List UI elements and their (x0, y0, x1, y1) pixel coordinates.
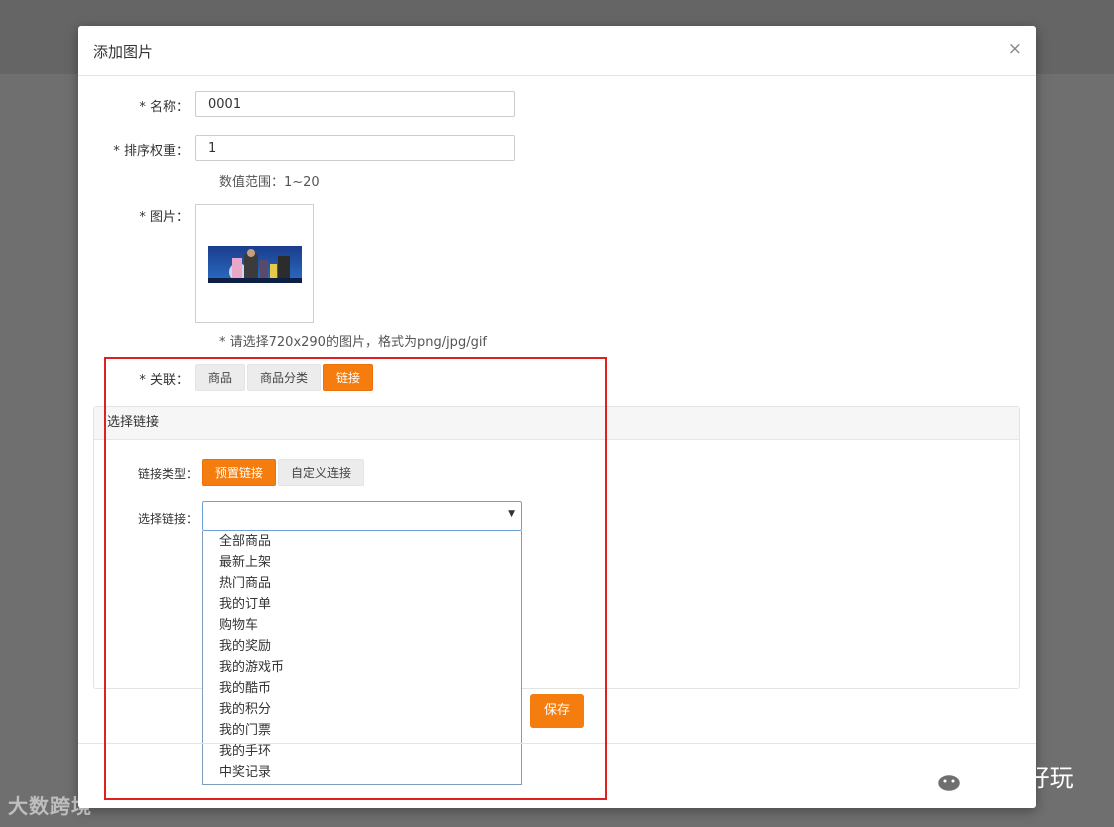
panel-header: 选择链接 (94, 407, 1019, 440)
name-input[interactable]: 0001 (195, 91, 515, 117)
link-select[interactable]: ▼ (202, 501, 522, 531)
footer-divider (78, 743, 1036, 744)
close-icon[interactable]: × (1008, 39, 1022, 59)
watermark-right: 好酷好玩 (920, 758, 1074, 798)
relation-link-button[interactable]: 链接 (323, 364, 374, 391)
dropdown-option[interactable]: 我的积分 (203, 699, 521, 720)
panel-title: 选择链接 (107, 415, 160, 430)
dropdown-option[interactable]: 全部商品 (203, 531, 521, 552)
relation-product-button[interactable]: 商品 (195, 364, 246, 391)
preset-link-button[interactable]: 预置链接 (202, 459, 277, 486)
dialog-header: 添加图片 × (78, 26, 1036, 76)
wechat-icon (920, 762, 964, 796)
name-label: * 名称： (139, 100, 189, 115)
image-label: * 图片： (139, 210, 189, 225)
link-type-label: 链接类型： (137, 467, 198, 481)
dropdown-option[interactable]: 我的酷币 (203, 678, 521, 699)
relation-category-button[interactable]: 商品分类 (247, 364, 322, 391)
dropdown-option[interactable]: 我的订单 (203, 594, 521, 615)
custom-link-button[interactable]: 自定义连接 (278, 459, 365, 486)
dropdown-option[interactable]: 购物车 (203, 615, 521, 636)
watermark-right-text: 好酷好玩 (977, 764, 1074, 792)
image-hint: * 请选择720x290的图片，格式为png/jpg/gif (219, 335, 488, 350)
image-thumbnail (208, 246, 302, 283)
relation-label: * 关联： (139, 373, 189, 388)
sort-weight-hint: 数值范围：1~20 (219, 175, 320, 190)
add-image-dialog: 添加图片 × * 名称： 0001 * 排序权重： 1 数值范围：1~20 * … (78, 26, 1036, 808)
link-dropdown-list: 全部商品 最新上架 热门商品 我的订单 购物车 我的奖励 我的游戏币 我的酷币 … (202, 531, 522, 785)
dropdown-option[interactable]: 我的游戏币 (203, 657, 521, 678)
caret-down-icon: ▼ (508, 509, 515, 519)
watermark-left-text: 大数跨境 (8, 794, 92, 818)
dropdown-option[interactable]: 最新上架 (203, 552, 521, 573)
sort-weight-input[interactable]: 1 (195, 135, 515, 161)
sort-weight-label: * 排序权重： (113, 144, 189, 159)
save-button[interactable]: 保存 (530, 694, 584, 728)
select-link-label: 选择链接： (137, 512, 198, 526)
dropdown-option[interactable]: 热门商品 (203, 573, 521, 594)
dropdown-option[interactable]: 我的门票 (203, 720, 521, 741)
dialog-title: 添加图片 (93, 43, 154, 61)
dropdown-option[interactable]: 我的手环 (203, 741, 521, 762)
dropdown-option[interactable]: 中奖记录 (203, 762, 521, 783)
image-upload-box[interactable] (195, 204, 314, 323)
dropdown-option[interactable]: 我的奖励 (203, 636, 521, 657)
watermark-left: 大数跨境 (8, 790, 92, 819)
